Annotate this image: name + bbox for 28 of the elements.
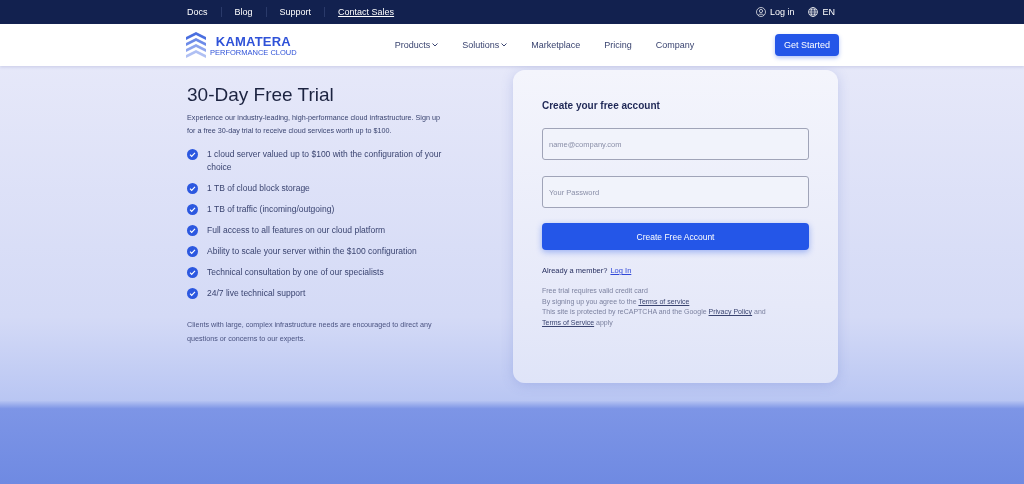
globe-icon bbox=[808, 7, 819, 17]
page-title: 30-Day Free Trial bbox=[187, 84, 335, 106]
nav-item[interactable]: Company bbox=[655, 40, 695, 50]
get-started-button[interactable]: Get Started bbox=[775, 34, 839, 56]
card-title: Create your free account bbox=[542, 100, 661, 111]
feature-text: 1 TB of traffic (incoming/outgoing) bbox=[207, 203, 335, 216]
nav-item[interactable]: Solutions bbox=[462, 40, 508, 50]
feature-text: 24/7 live technical support bbox=[207, 287, 306, 300]
top-link[interactable]: Docs bbox=[187, 7, 221, 17]
chevron-down-icon bbox=[501, 43, 508, 47]
nav-item[interactable]: Products bbox=[394, 40, 439, 50]
feature-text: Ability to scale your server within the $100 configuration bbox=[207, 245, 417, 258]
feature-text: 1 cloud server valued up to $100 with the configuration of your choice bbox=[207, 148, 443, 174]
login-link[interactable]: Log in bbox=[755, 7, 795, 17]
top-link[interactable]: Blog bbox=[220, 7, 266, 17]
logo-icon bbox=[186, 32, 206, 58]
logo-name: KAMATERA bbox=[215, 33, 291, 49]
feature-text: Full access to all features on our cloud platform bbox=[207, 224, 386, 237]
chevron-down-icon bbox=[432, 43, 439, 47]
top-link[interactable]: Contact Sales bbox=[324, 7, 408, 17]
user-icon bbox=[755, 7, 766, 17]
create-account-button[interactable]: Create Free Account bbox=[542, 223, 809, 250]
feature-text: Technical consultation by one of our specialists bbox=[207, 266, 384, 279]
top-link[interactable]: Support bbox=[265, 7, 325, 17]
feature-text: 1 TB of cloud block storage bbox=[207, 182, 310, 195]
language-selector[interactable]: EN bbox=[808, 7, 835, 17]
nav-item[interactable]: Pricing bbox=[604, 40, 632, 50]
nav-item[interactable]: Marketplace bbox=[531, 40, 581, 50]
